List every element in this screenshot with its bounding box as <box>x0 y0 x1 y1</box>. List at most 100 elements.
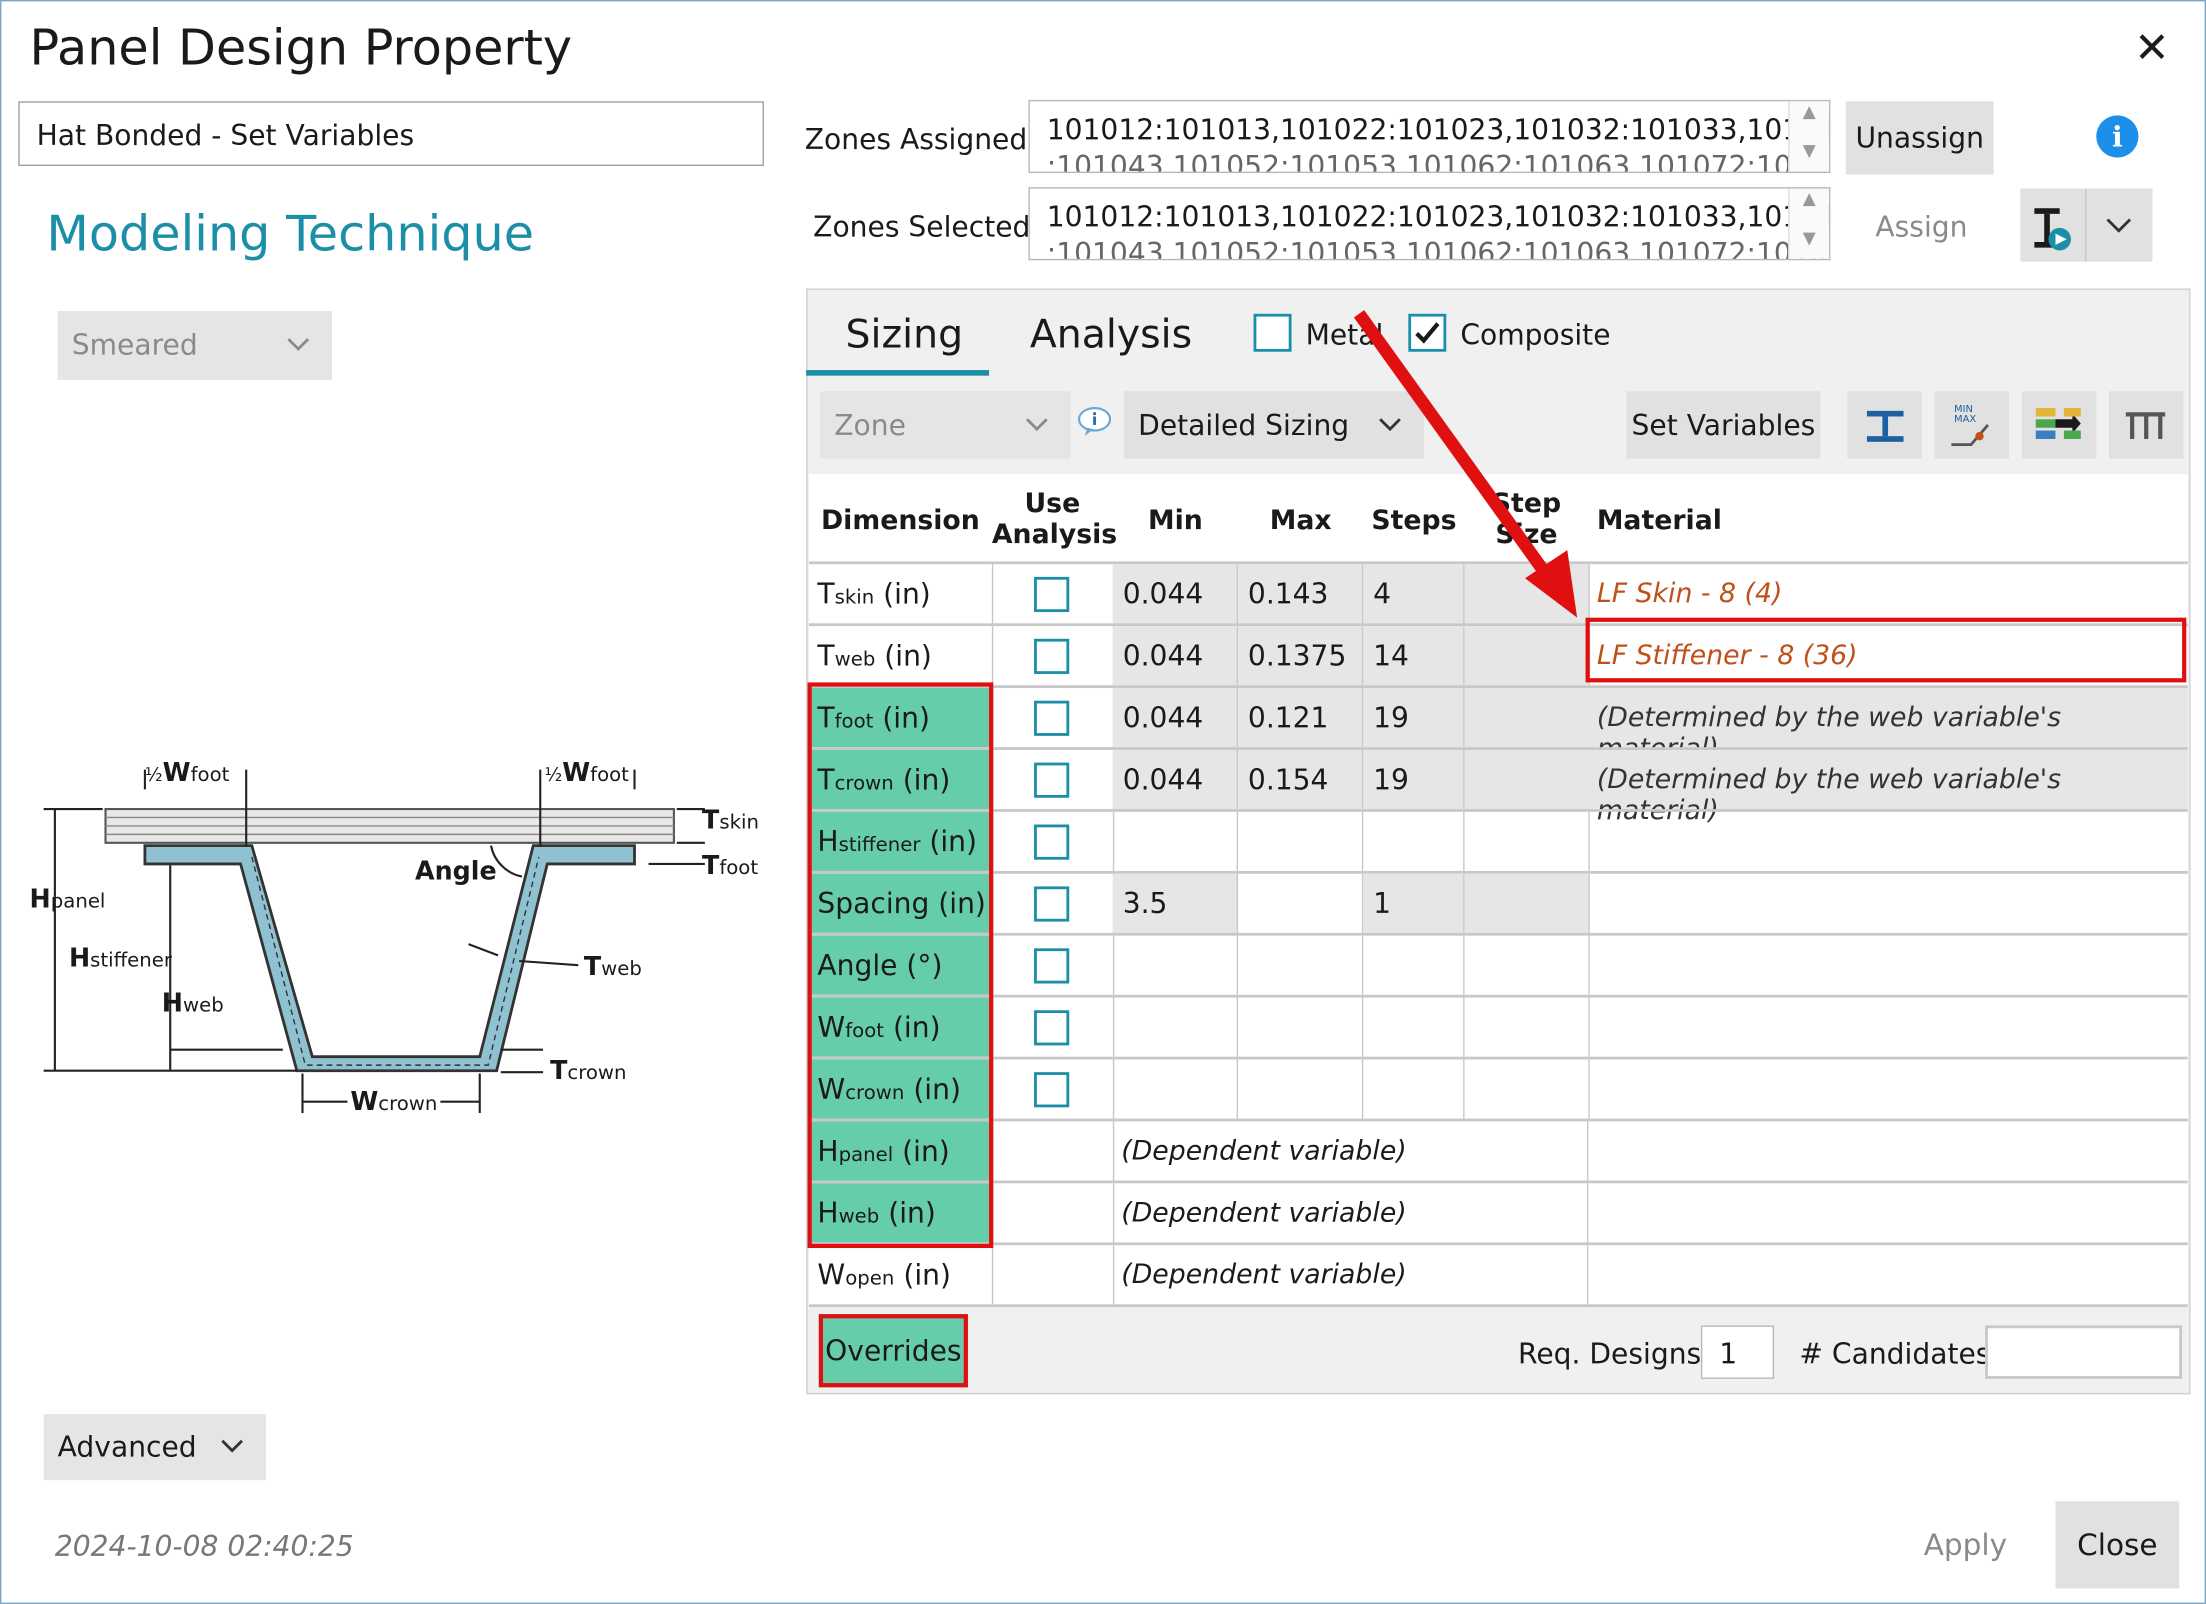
material-cell[interactable] <box>1588 1059 2187 1118</box>
set-variables-button[interactable]: Set Variables <box>1626 391 1821 459</box>
scroll-arrows-icon[interactable]: ▲ ▼ <box>1788 101 1829 172</box>
table-row: Wfoot (in) <box>808 997 2188 1057</box>
material-cell[interactable] <box>1588 1121 2187 1180</box>
tcrown-label: Tcrown <box>550 1056 627 1087</box>
max-cell[interactable] <box>1238 935 1364 995</box>
steps-cell[interactable]: 19 <box>1363 688 1465 748</box>
zone-tool-splitbutton[interactable] <box>2020 188 2153 262</box>
max-cell[interactable] <box>1238 873 1364 933</box>
step-size-cell[interactable] <box>1464 873 1590 933</box>
assign-button[interactable]: Assign <box>1875 210 1967 244</box>
step-size-cell[interactable] <box>1464 749 1590 810</box>
use-analysis-cell <box>992 749 1115 810</box>
min-cell[interactable]: 0.044 <box>1112 626 1239 686</box>
use-analysis-cell <box>992 997 1115 1057</box>
step-size-cell[interactable] <box>1464 626 1590 686</box>
step-size-cell[interactable] <box>1465 811 1590 871</box>
max-cell[interactable] <box>1238 997 1364 1057</box>
steps-cell[interactable]: 14 <box>1363 626 1465 686</box>
overrides-button[interactable]: Overrides <box>818 1314 968 1388</box>
info-icon[interactable]: i <box>2096 115 2139 158</box>
metal-checkbox[interactable] <box>1253 313 1292 352</box>
use-analysis-checkbox[interactable] <box>1034 1010 1070 1046</box>
scroll-arrows-icon[interactable]: ▲ ▼ <box>1788 188 1829 259</box>
layup-icon[interactable] <box>2021 391 2097 459</box>
min-cell[interactable]: 0.044 <box>1112 564 1239 624</box>
beam-icon[interactable] <box>1847 391 1922 459</box>
timestamp: 2024-10-08 02:40:25 <box>54 1529 354 1564</box>
min-cell[interactable] <box>1113 811 1239 871</box>
material-cell[interactable] <box>1588 998 2187 1057</box>
max-cell[interactable]: 0.1375 <box>1238 626 1364 686</box>
steps-cell[interactable]: 1 <box>1363 873 1465 933</box>
dimension-label: Tskin (in) <box>817 576 931 611</box>
material-cell[interactable] <box>1588 874 2187 933</box>
min-cell[interactable] <box>1113 997 1239 1057</box>
max-cell[interactable] <box>1238 811 1364 871</box>
zone-dropdown[interactable]: Zone <box>820 391 1071 459</box>
zones-selected-line2: :101043,101052:101053,101062:101063,1010… <box>1046 236 1831 261</box>
max-cell[interactable]: 0.121 <box>1238 688 1364 748</box>
material-cell[interactable] <box>1588 1183 2187 1242</box>
technique-value: Smeared <box>71 327 198 362</box>
use-analysis-checkbox[interactable] <box>1034 576 1070 613</box>
min-cell[interactable] <box>1113 935 1239 995</box>
steps-cell[interactable]: 19 <box>1363 749 1465 810</box>
material-cell[interactable]: LF Skin - 8 (4) <box>1588 564 2187 623</box>
info-bubble-icon[interactable] <box>1076 406 1113 444</box>
step-size-cell[interactable] <box>1465 935 1590 995</box>
req-designs-input[interactable]: 1 <box>1700 1325 1775 1379</box>
candidates-input[interactable] <box>1985 1325 2183 1379</box>
min-max-icon[interactable]: MIN MAX <box>1934 391 2010 459</box>
material-value: LF Skin - 8 (4) <box>1596 578 1783 610</box>
material-cell[interactable] <box>1588 812 2187 871</box>
columns-icon[interactable] <box>2108 391 2184 459</box>
max-cell[interactable] <box>1238 1059 1364 1119</box>
min-cell[interactable]: 3.5 <box>1112 873 1239 933</box>
table-row: Hpanel (in) (Dependent variable) <box>808 1121 2188 1181</box>
steps-cell[interactable] <box>1363 1059 1465 1119</box>
hpanel-label: Hpanel <box>29 885 106 915</box>
technique-dropdown[interactable]: Smeared <box>57 310 333 380</box>
steps-cell[interactable] <box>1363 811 1465 871</box>
step-size-cell[interactable] <box>1465 997 1590 1057</box>
zones-selected-field[interactable]: 101012:101013,101022:101023,101032:10103… <box>1028 187 1831 261</box>
use-analysis-checkbox[interactable] <box>1034 700 1070 736</box>
zones-assigned-field[interactable]: 101012:101013,101022:101023,101032:10103… <box>1028 99 1831 174</box>
use-analysis-checkbox[interactable] <box>1034 948 1070 984</box>
step-size-cell[interactable] <box>1465 1059 1590 1119</box>
design-name-field[interactable]: Hat Bonded - Set Variables <box>18 101 764 167</box>
advanced-dropdown[interactable]: Advanced <box>43 1414 266 1481</box>
dimension-cell: Tskin (in) <box>809 564 994 624</box>
dependent-variable-note: (Dependent variable) <box>1113 1245 1589 1305</box>
use-analysis-cell <box>992 1245 1115 1305</box>
min-cell[interactable] <box>1113 1059 1239 1119</box>
step-size-cell[interactable] <box>1464 688 1590 748</box>
min-cell[interactable]: 0.044 <box>1112 749 1239 810</box>
material-cell[interactable] <box>1588 936 2187 995</box>
steps-cell[interactable] <box>1363 935 1465 995</box>
unassign-button[interactable]: Unassign <box>1845 101 1994 175</box>
half-wfoot-left-label: ½Wfoot <box>144 758 230 788</box>
material-cell[interactable] <box>1588 1245 2187 1304</box>
min-cell[interactable]: 0.044 <box>1112 688 1239 748</box>
close-button[interactable]: Close <box>2055 1501 2180 1589</box>
hweb-label: Hweb <box>161 989 224 1019</box>
tab-analysis[interactable]: Analysis <box>1030 311 1192 357</box>
close-icon[interactable]: ✕ <box>2134 24 2169 73</box>
use-analysis-checkbox[interactable] <box>1034 824 1070 860</box>
material-cell[interactable]: (Determined by the web variable's materi… <box>1588 688 2188 764</box>
use-analysis-cell <box>992 873 1115 933</box>
use-analysis-checkbox[interactable] <box>1034 1072 1070 1108</box>
apply-button[interactable]: Apply <box>1904 1501 2028 1588</box>
annotation-material-box <box>1585 617 2187 683</box>
steps-cell[interactable] <box>1363 997 1465 1057</box>
use-analysis-checkbox[interactable] <box>1034 886 1070 922</box>
material-cell[interactable]: (Determined by the web variable's materi… <box>1588 749 2188 826</box>
use-analysis-cell <box>992 688 1115 748</box>
use-analysis-checkbox[interactable] <box>1034 638 1070 674</box>
use-analysis-checkbox[interactable] <box>1034 762 1070 798</box>
tab-sizing[interactable]: Sizing <box>846 311 964 357</box>
max-cell[interactable]: 0.154 <box>1238 749 1364 810</box>
use-analysis-cell <box>992 1183 1115 1243</box>
